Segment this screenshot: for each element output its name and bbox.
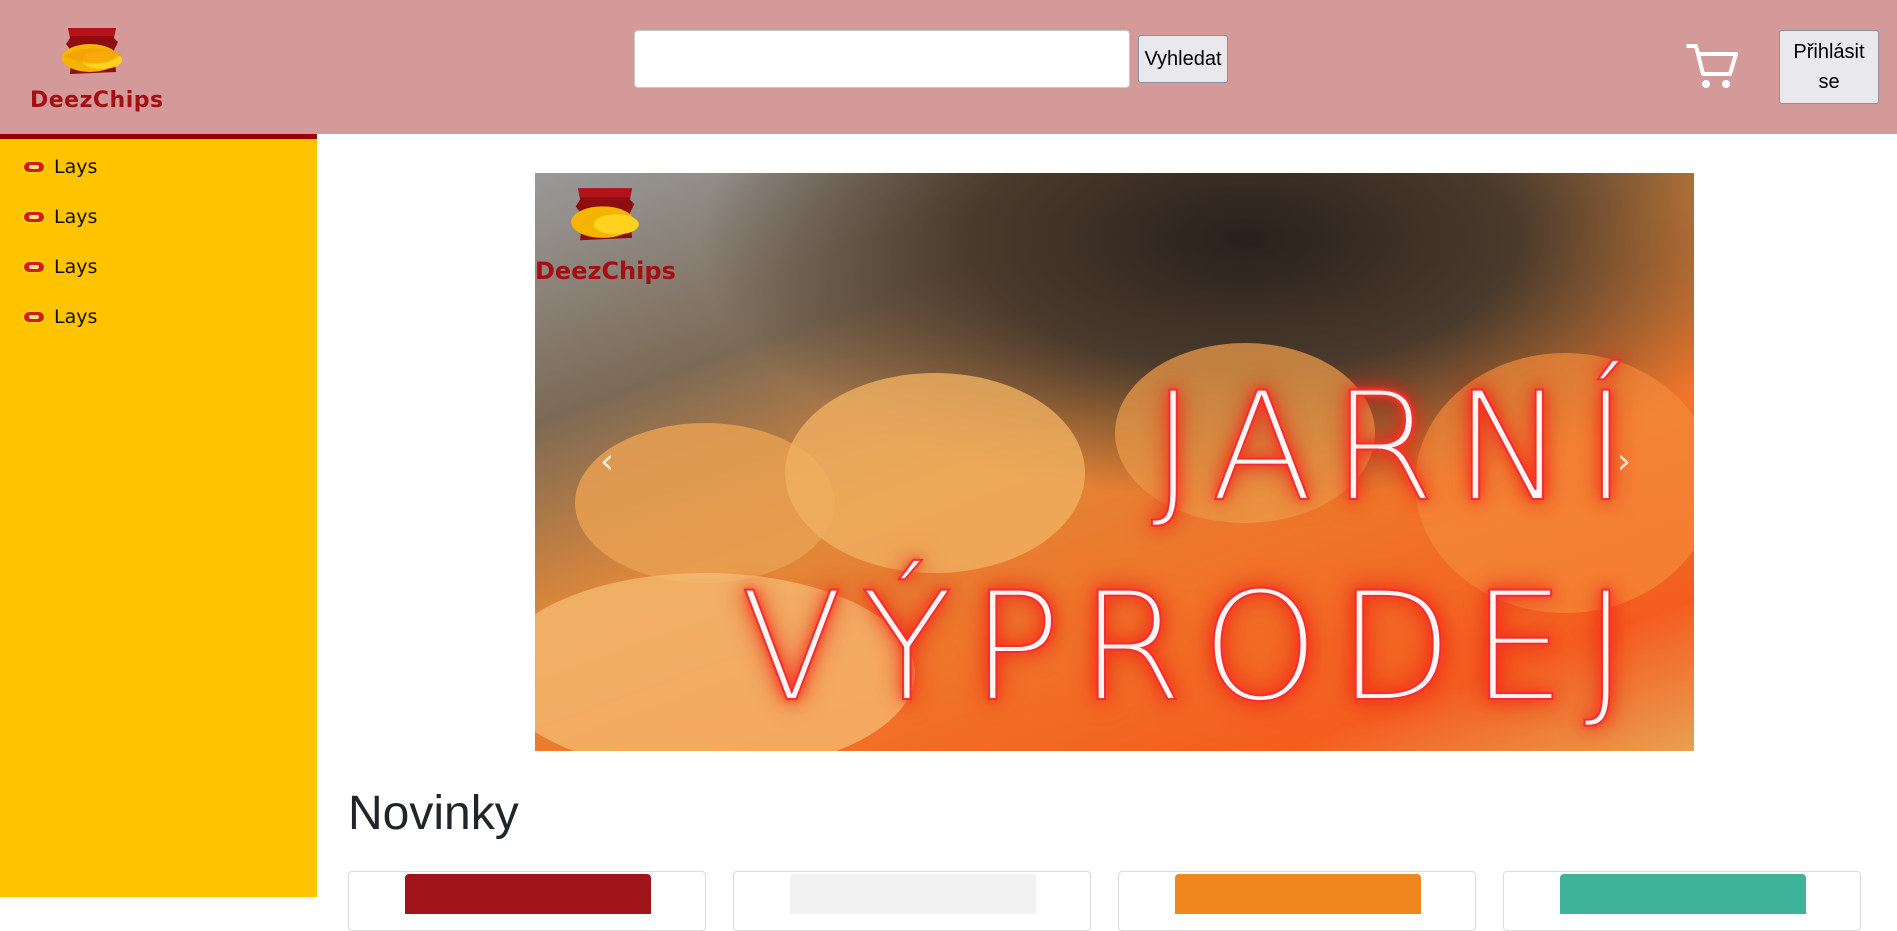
carousel-brand-logo: DeezChips xyxy=(535,181,676,291)
chip-shape xyxy=(785,373,1085,573)
product-image xyxy=(790,874,1036,914)
sidebar-item-lays[interactable]: Lays xyxy=(22,202,97,232)
search-input[interactable] xyxy=(634,30,1130,88)
chevron-left-icon[interactable]: ‹ xyxy=(587,441,627,482)
promo-headline-line1: JARNÍ xyxy=(1150,361,1646,535)
lays-logo-icon xyxy=(22,260,46,274)
product-image xyxy=(1560,874,1806,914)
product-card[interactable] xyxy=(733,871,1091,931)
sidebar-item-lays[interactable]: Lays xyxy=(22,152,97,182)
promo-carousel[interactable]: DeezChips JARNÍ VÝPRODEJ ‹ › xyxy=(535,173,1694,751)
site-header: DeezChips Vyhledat Přihlásit se xyxy=(0,0,1897,134)
carousel-logo-text: DeezChips xyxy=(535,257,676,285)
chevron-right-icon[interactable]: › xyxy=(1604,441,1644,482)
chips-mascot-icon xyxy=(571,188,639,241)
sidebar-item-label: Lays xyxy=(54,306,98,328)
brand-logo-text: DeezChips xyxy=(30,88,164,113)
sidebar-item-label: Lays xyxy=(54,156,98,178)
sidebar-item-lays[interactable]: Lays xyxy=(22,252,97,282)
sidebar: Lays Lays Lays Lays xyxy=(0,139,317,897)
search-button[interactable]: Vyhledat xyxy=(1138,35,1228,83)
promo-headline-line2: VÝPRODEJ xyxy=(740,561,1646,735)
sidebar-item-label: Lays xyxy=(54,206,98,228)
product-card[interactable] xyxy=(348,871,706,931)
product-image xyxy=(1175,874,1421,914)
lays-logo-icon xyxy=(22,310,46,324)
sidebar-item-lays[interactable]: Lays xyxy=(22,302,97,332)
sidebar-item-label: Lays xyxy=(54,256,98,278)
product-card[interactable] xyxy=(1503,871,1861,931)
shopping-cart-icon[interactable] xyxy=(1686,42,1740,90)
lays-logo-icon xyxy=(22,210,46,224)
section-title: Novinky xyxy=(348,787,519,840)
login-button[interactable]: Přihlásit se xyxy=(1779,30,1879,104)
product-image xyxy=(405,874,651,914)
brand-logo[interactable]: DeezChips xyxy=(30,22,164,118)
lays-logo-icon xyxy=(22,160,46,174)
chips-mascot-icon xyxy=(62,28,122,74)
product-card[interactable] xyxy=(1118,871,1476,931)
